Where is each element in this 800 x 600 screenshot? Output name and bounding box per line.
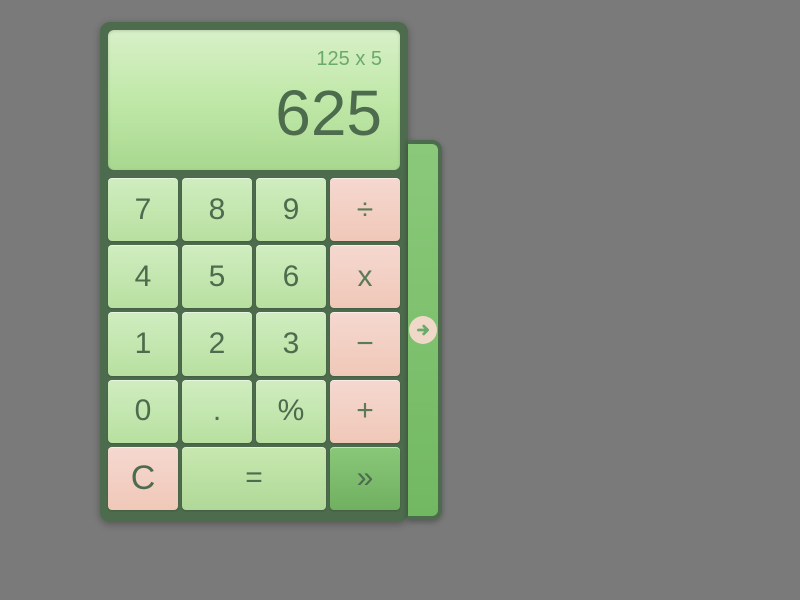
key-plus[interactable]: + [330,380,400,443]
arrow-right-icon [409,316,437,344]
key-7[interactable]: 7 [108,178,178,241]
key-4[interactable]: 4 [108,245,178,308]
key-8[interactable]: 8 [182,178,252,241]
side-drawer-handle[interactable] [408,140,442,520]
key-5[interactable]: 5 [182,245,252,308]
keypad: 7 8 9 ÷ 4 5 6 x 1 2 3 − 0 . % + C = » [108,178,400,510]
key-1[interactable]: 1 [108,312,178,375]
key-0[interactable]: 0 [108,380,178,443]
key-percent[interactable]: % [256,380,326,443]
key-minus[interactable]: − [330,312,400,375]
key-decimal[interactable]: . [182,380,252,443]
key-more[interactable]: » [330,447,400,510]
key-2[interactable]: 2 [182,312,252,375]
key-9[interactable]: 9 [256,178,326,241]
key-equals[interactable]: = [182,447,326,510]
display-panel: 125 x 5 625 [108,30,400,170]
expression-text: 125 x 5 [316,48,382,71]
key-clear[interactable]: C [108,447,178,510]
key-multiply[interactable]: x [330,245,400,308]
key-3[interactable]: 3 [256,312,326,375]
calculator-frame: 125 x 5 625 7 8 9 ÷ 4 5 6 x 1 2 3 − 0 . … [100,22,408,522]
key-6[interactable]: 6 [256,245,326,308]
key-divide[interactable]: ÷ [330,178,400,241]
result-text: 625 [275,81,382,145]
